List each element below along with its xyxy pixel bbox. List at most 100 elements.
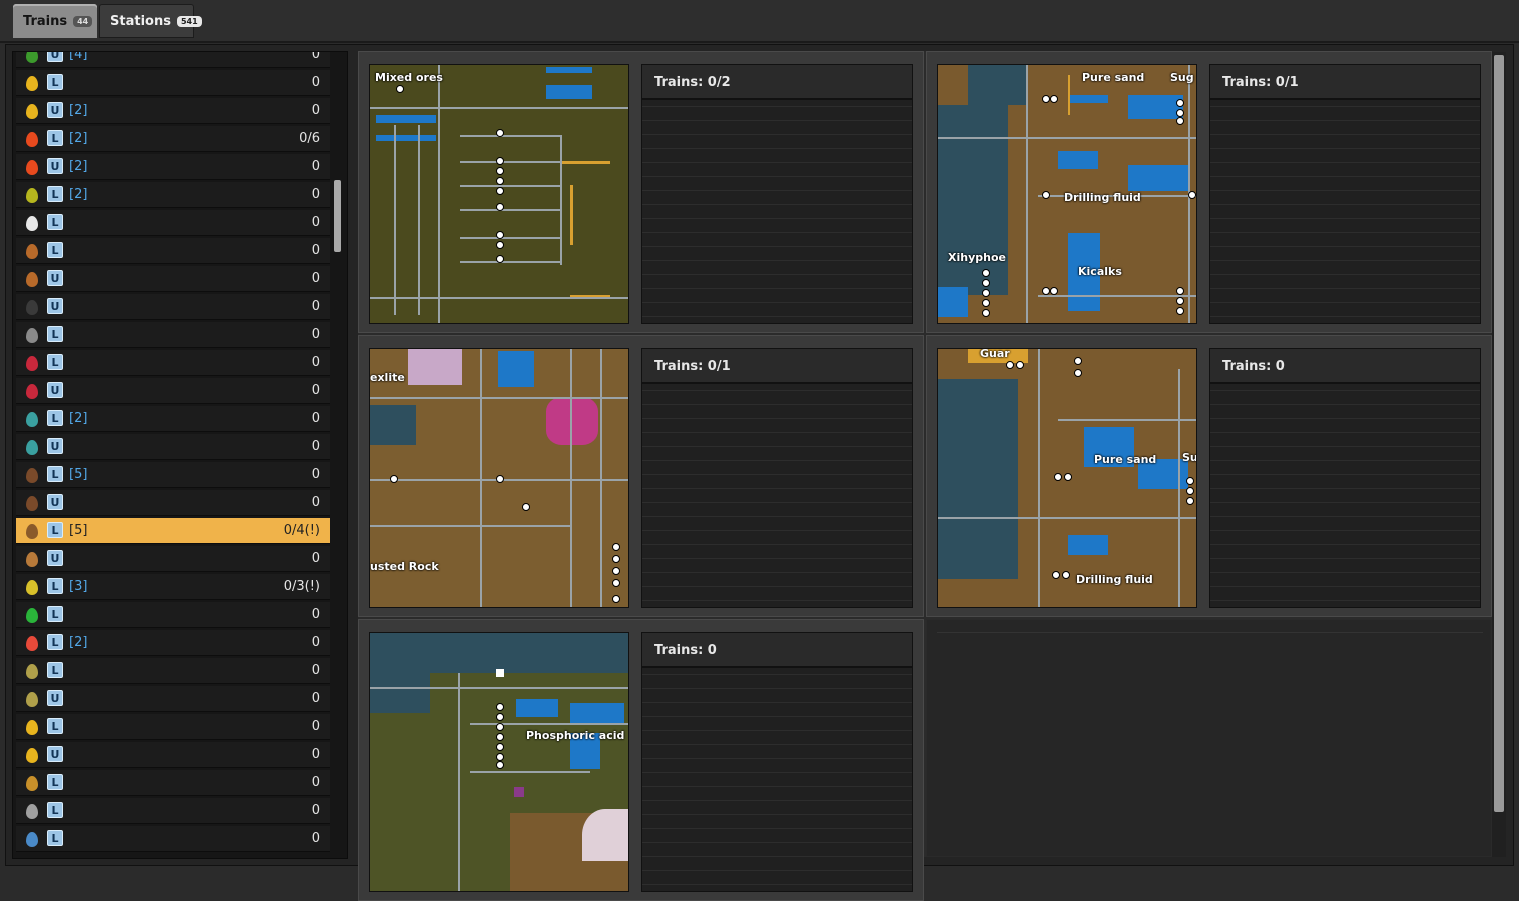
- station-card[interactable]: Pure sand Sug Drilling fluid Xihyphoe Ki…: [926, 51, 1492, 333]
- capsule-icon: [26, 384, 38, 399]
- tab-trains[interactable]: Trains 44: [13, 4, 97, 38]
- yellow-fluid-icon: [26, 76, 38, 91]
- station-row[interactable]: L0: [16, 826, 330, 852]
- station-row[interactable]: L [3] 0/3(!): [16, 574, 330, 600]
- station-row[interactable]: U0: [16, 546, 330, 572]
- station-type-badge: L: [47, 326, 63, 342]
- station-type-badge: L: [47, 774, 63, 790]
- station-row[interactable]: U0: [16, 686, 330, 712]
- amber-fluid-icon: [26, 776, 38, 791]
- station-trains: 0: [311, 327, 320, 342]
- tab-stations[interactable]: Stations 541: [99, 4, 202, 38]
- station-trains: 0: [311, 691, 320, 706]
- gray-fluid-icon: [26, 804, 38, 819]
- station-count: [5]: [69, 523, 88, 538]
- station-row[interactable]: U0: [16, 434, 330, 460]
- station-row[interactable]: U0: [16, 266, 330, 292]
- train-list[interactable]: Trains: 0: [1209, 348, 1481, 608]
- yellow-cluster-icon: [26, 580, 38, 595]
- station-minimap[interactable]: Phosphoric acid: [369, 632, 629, 892]
- station-row[interactable]: U0: [16, 378, 330, 404]
- station-row[interactable]: L0: [16, 210, 330, 236]
- station-row[interactable]: L0: [16, 350, 330, 376]
- train-count: Trains: 0/1: [1210, 65, 1480, 100]
- station-count: [2]: [69, 131, 88, 146]
- station-trains: 0/4(!): [283, 523, 320, 538]
- station-minimap[interactable]: Pure sand Sug Drilling fluid Xihyphoe Ki…: [937, 64, 1197, 324]
- map-label: Mixed ores: [375, 71, 443, 84]
- station-row[interactable]: L [5] 0: [16, 462, 330, 488]
- empty-station-slot: [926, 619, 1492, 857]
- station-count: [2]: [69, 103, 88, 118]
- station-type-badge: U: [47, 690, 63, 706]
- train-list[interactable]: Trains: 0: [641, 632, 913, 892]
- station-row[interactable]: U [2] 0: [16, 98, 330, 124]
- station-trains: 0/6: [299, 131, 320, 146]
- station-row[interactable]: U0: [16, 742, 330, 768]
- train-list[interactable]: Trains: 0/2: [641, 64, 913, 324]
- station-trains: 0: [311, 411, 320, 426]
- station-trains: 0: [311, 467, 320, 482]
- station-row[interactable]: L0: [16, 70, 330, 96]
- station-row[interactable]: L [2] 0: [16, 406, 330, 432]
- tab-stations-label: Stations: [110, 13, 171, 29]
- station-minimap[interactable]: exlite usted Rock: [369, 348, 629, 608]
- white-fluid-icon: [26, 216, 38, 231]
- station-row[interactable]: L [2] 0: [16, 630, 330, 656]
- dark-brown-fluid-icon: [26, 524, 38, 539]
- station-type-badge: U: [47, 270, 63, 286]
- station-count: [5]: [69, 467, 88, 482]
- station-type-badge: U: [47, 494, 63, 510]
- station-row[interactable]: U0: [16, 490, 330, 516]
- station-type-badge: U: [47, 438, 63, 454]
- station-trains: 0: [311, 635, 320, 650]
- station-row[interactable]: L0: [16, 238, 330, 264]
- station-type-badge: L: [47, 662, 63, 678]
- train-list[interactable]: Trains: 0/1: [641, 348, 913, 608]
- station-row[interactable]: L [2] 0: [16, 182, 330, 208]
- station-row[interactable]: L0: [16, 770, 330, 796]
- station-list[interactable]: U [4] 0 L 0 U [2] 0 L [2] 0/6 U [2] 0 L [2] 0 L 0 L 0 U 0 U 0 L 0 L…: [12, 51, 348, 859]
- map-label: Pure sand: [1094, 453, 1157, 466]
- station-row[interactable]: U [4] 0: [16, 52, 330, 68]
- station-trains: 0: [311, 299, 320, 314]
- khaki-fluid-icon: [26, 664, 38, 679]
- station-card[interactable]: Phosphoric acid Trains: 0: [358, 619, 924, 901]
- tab-stations-badge: 541: [176, 15, 202, 27]
- station-row[interactable]: L0: [16, 714, 330, 740]
- station-row[interactable]: L0: [16, 602, 330, 628]
- yellow-fluid-icon: [26, 104, 38, 119]
- station-grid: Mixed ores Trains: 0/2 Pure sand Sug Dri…: [358, 51, 1492, 901]
- map-label: exlite: [370, 371, 405, 384]
- map-label: Sug: [1170, 71, 1194, 84]
- green-item-icon: [26, 52, 38, 63]
- station-row[interactable]: L0: [16, 322, 330, 348]
- station-type-badge: U: [47, 52, 63, 62]
- station-card[interactable]: Mixed ores Trains: 0/2: [358, 51, 924, 333]
- station-row[interactable]: L0: [16, 658, 330, 684]
- blue-fluid-icon: [26, 832, 38, 847]
- station-trains: 0: [311, 159, 320, 174]
- station-minimap[interactable]: Mixed ores: [369, 64, 629, 324]
- station-card[interactable]: exlite usted Rock Trains: 0/1: [358, 335, 924, 617]
- station-row[interactable]: L [5] 0/4(!): [16, 518, 330, 544]
- brown-fluid-icon: [26, 272, 38, 287]
- station-list-scrollbar[interactable]: [334, 180, 341, 252]
- station-row[interactable]: L0: [16, 798, 330, 824]
- station-row[interactable]: U [2] 0: [16, 154, 330, 180]
- station-trains: 0: [311, 103, 320, 118]
- gray-flask-icon: [26, 328, 38, 343]
- station-trains: 0: [311, 607, 320, 622]
- map-label: Xihyphoe: [948, 251, 1006, 264]
- station-trains: 0: [311, 495, 320, 510]
- station-type-badge: U: [47, 382, 63, 398]
- station-list-rows: U [4] 0 L 0 U [2] 0 L [2] 0/6 U [2] 0 L [2] 0 L 0 L 0 U 0 U 0 L 0 L…: [16, 52, 330, 854]
- station-type-badge: L: [47, 242, 63, 258]
- station-row[interactable]: U0: [16, 294, 330, 320]
- train-list[interactable]: Trains: 0/1: [1209, 64, 1481, 324]
- grid-scrollbar[interactable]: [1494, 55, 1504, 812]
- station-row[interactable]: L [2] 0/6: [16, 126, 330, 152]
- station-minimap[interactable]: Guar Pure sand Su Drilling fluid: [937, 348, 1197, 608]
- map-label: Pure sand: [1082, 71, 1145, 84]
- station-card[interactable]: Guar Pure sand Su Drilling fluid Trains:…: [926, 335, 1492, 617]
